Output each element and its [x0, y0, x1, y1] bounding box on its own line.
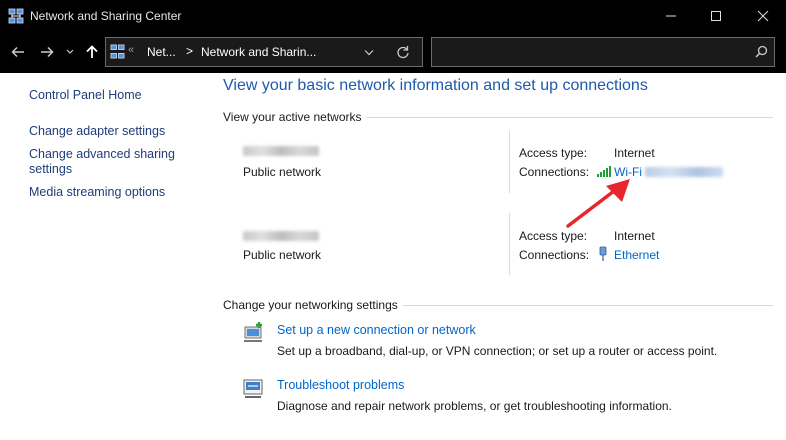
control-panel-icon — [110, 44, 125, 62]
maximize-icon — [711, 11, 721, 21]
sidebar-item-control-panel-home[interactable]: Control Panel Home — [29, 88, 142, 102]
connections-label: Connections: — [519, 248, 590, 262]
minimize-button[interactable] — [648, 0, 694, 32]
access-type-label: Access type: — [519, 146, 588, 160]
access-type-value: Internet — [614, 229, 655, 243]
refresh-button[interactable] — [396, 45, 410, 62]
setup-connection-description: Set up a broadband, dial-up, or VPN conn… — [277, 344, 718, 358]
network-name-redacted — [243, 231, 319, 241]
arrow-left-icon — [11, 46, 24, 58]
ethernet-connection-link[interactable]: Ethernet — [614, 248, 659, 262]
title-bar: Network and Sharing Center — [0, 0, 786, 32]
setup-connection-link[interactable]: Set up a new connection or network — [277, 323, 476, 337]
maximize-button[interactable] — [693, 0, 739, 32]
search-input[interactable] — [436, 42, 740, 62]
address-dropdown-button[interactable] — [364, 46, 374, 60]
divider — [509, 213, 510, 275]
network-name-redacted — [243, 146, 319, 156]
sidebar-item-change-advanced-sharing-settings[interactable]: Change advanced sharing settings — [29, 147, 189, 177]
arrow-up-icon — [86, 45, 98, 58]
chevron-down-icon — [66, 49, 74, 54]
close-button[interactable] — [740, 0, 786, 32]
new-connection-icon — [242, 321, 266, 348]
change-settings-label: Change your networking settings — [223, 298, 398, 312]
search-icon[interactable] — [755, 45, 768, 61]
minimize-icon — [666, 15, 676, 17]
breadcrumb-separator[interactable]: > — [186, 44, 193, 58]
troubleshoot-link[interactable]: Troubleshoot problems — [277, 378, 404, 392]
annotation-arrow — [566, 179, 630, 228]
arrow-right-icon — [41, 46, 54, 58]
up-button[interactable] — [83, 43, 101, 61]
forward-button[interactable] — [38, 43, 56, 61]
address-bar[interactable]: « Net... > Network and Sharin... — [105, 37, 423, 67]
network-center-app-icon — [8, 8, 24, 24]
window-title: Network and Sharing Center — [30, 9, 182, 23]
chevron-down-icon — [364, 50, 374, 56]
breadcrumb-network-sharing-center[interactable]: Network and Sharin... — [201, 45, 316, 59]
network-category: Public network — [243, 165, 322, 179]
refresh-icon — [397, 46, 409, 59]
page-title: View your basic network information and … — [223, 77, 648, 94]
search-box[interactable] — [431, 37, 775, 67]
divider — [367, 117, 773, 118]
back-button[interactable] — [9, 43, 27, 61]
recent-locations-button[interactable] — [64, 43, 76, 61]
active-networks-label: View your active networks — [223, 110, 362, 124]
divider — [509, 131, 510, 193]
breadcrumb-network[interactable]: Net... — [147, 45, 176, 59]
access-type-label: Access type: — [519, 229, 588, 243]
troubleshoot-icon — [242, 377, 266, 404]
divider — [403, 305, 773, 306]
sidebar-item-change-adapter-settings[interactable]: Change adapter settings — [29, 124, 165, 138]
close-icon — [757, 10, 769, 22]
sidebar-item-media-streaming-options[interactable]: Media streaming options — [29, 185, 165, 199]
ethernet-plug-icon — [598, 246, 608, 265]
wifi-ssid-redacted — [645, 167, 723, 177]
troubleshoot-description: Diagnose and repair network problems, or… — [277, 399, 672, 413]
network-category: Public network — [243, 248, 322, 262]
access-type-value: Internet — [614, 146, 655, 160]
breadcrumb-overflow[interactable]: « — [128, 44, 134, 56]
